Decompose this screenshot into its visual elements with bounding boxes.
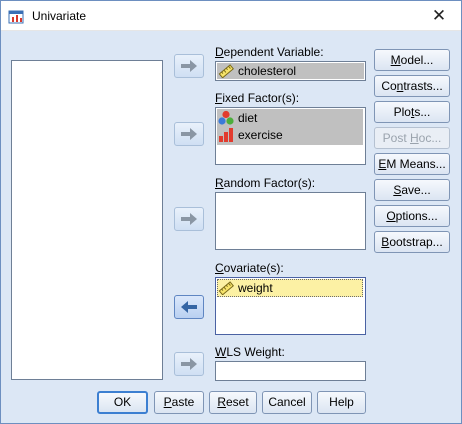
variable-item[interactable]: exercise: [218, 127, 283, 143]
random-factors-label: Random Factor(s):: [215, 176, 316, 190]
variable-item[interactable]: cholesterol: [218, 63, 296, 79]
help-button[interactable]: Help: [317, 391, 366, 414]
post-hoc-button[interactable]: Post Hoc...: [374, 127, 450, 149]
app-icon: [8, 9, 24, 25]
arrow-right-icon: [181, 213, 197, 225]
window-title: Univariate: [32, 9, 87, 23]
variable-name: diet: [238, 111, 258, 125]
fixed-factors-label: Fixed Factor(s):: [215, 91, 300, 105]
ruler-icon: [218, 281, 234, 295]
arrow-left-icon: [181, 301, 197, 313]
title-bar: Univariate ✕: [1, 1, 461, 31]
variable-name: cholesterol: [238, 64, 297, 78]
variable-name: weight: [238, 281, 273, 295]
fixed-factors-list[interactable]: diet exercise: [215, 107, 366, 165]
variable-name: exercise: [238, 128, 283, 142]
covariates-label: Covariate(s):: [215, 261, 284, 275]
variable-item[interactable]: weight: [218, 280, 273, 296]
dependent-variable-label: Dependent Variable:: [215, 45, 324, 59]
options-button[interactable]: Options...: [374, 205, 450, 227]
cancel-button[interactable]: Cancel: [262, 391, 312, 414]
wls-weight-box[interactable]: [215, 361, 366, 381]
covariates-list[interactable]: weight: [215, 277, 366, 335]
em-means-button[interactable]: EM Means...: [374, 153, 450, 175]
model-button[interactable]: Model...: [374, 49, 450, 71]
plots-button[interactable]: Plots...: [374, 101, 450, 123]
move-to-random-factor-button[interactable]: [174, 207, 204, 231]
ok-button[interactable]: OK: [97, 391, 148, 414]
reset-button[interactable]: Reset: [209, 391, 257, 414]
source-variable-list[interactable]: [11, 60, 163, 380]
move-to-dependent-button[interactable]: [174, 54, 204, 78]
bootstrap-button[interactable]: Bootstrap...: [374, 231, 450, 253]
univariate-dialog: Univariate ✕ Dependent Variable: cholest…: [0, 0, 462, 424]
ordinal-icon: [219, 128, 233, 142]
arrow-right-icon: [181, 60, 197, 72]
move-to-fixed-factor-button[interactable]: [174, 122, 204, 146]
paste-button[interactable]: Paste: [154, 391, 204, 414]
move-from-covariate-button[interactable]: [174, 295, 204, 319]
arrow-right-icon: [181, 128, 197, 140]
random-factors-list[interactable]: [215, 192, 366, 250]
contrasts-button[interactable]: Contrasts...: [374, 75, 450, 97]
wls-weight-label: WLS Weight:: [215, 345, 285, 359]
variable-item[interactable]: diet: [218, 110, 257, 126]
dependent-variable-box[interactable]: cholesterol: [215, 61, 366, 81]
nominal-icon: [218, 110, 234, 125]
ruler-icon: [218, 64, 234, 78]
move-to-wls-weight-button[interactable]: [174, 352, 204, 376]
arrow-right-icon: [181, 358, 197, 370]
save-button[interactable]: Save...: [374, 179, 450, 201]
close-button[interactable]: ✕: [417, 1, 461, 31]
